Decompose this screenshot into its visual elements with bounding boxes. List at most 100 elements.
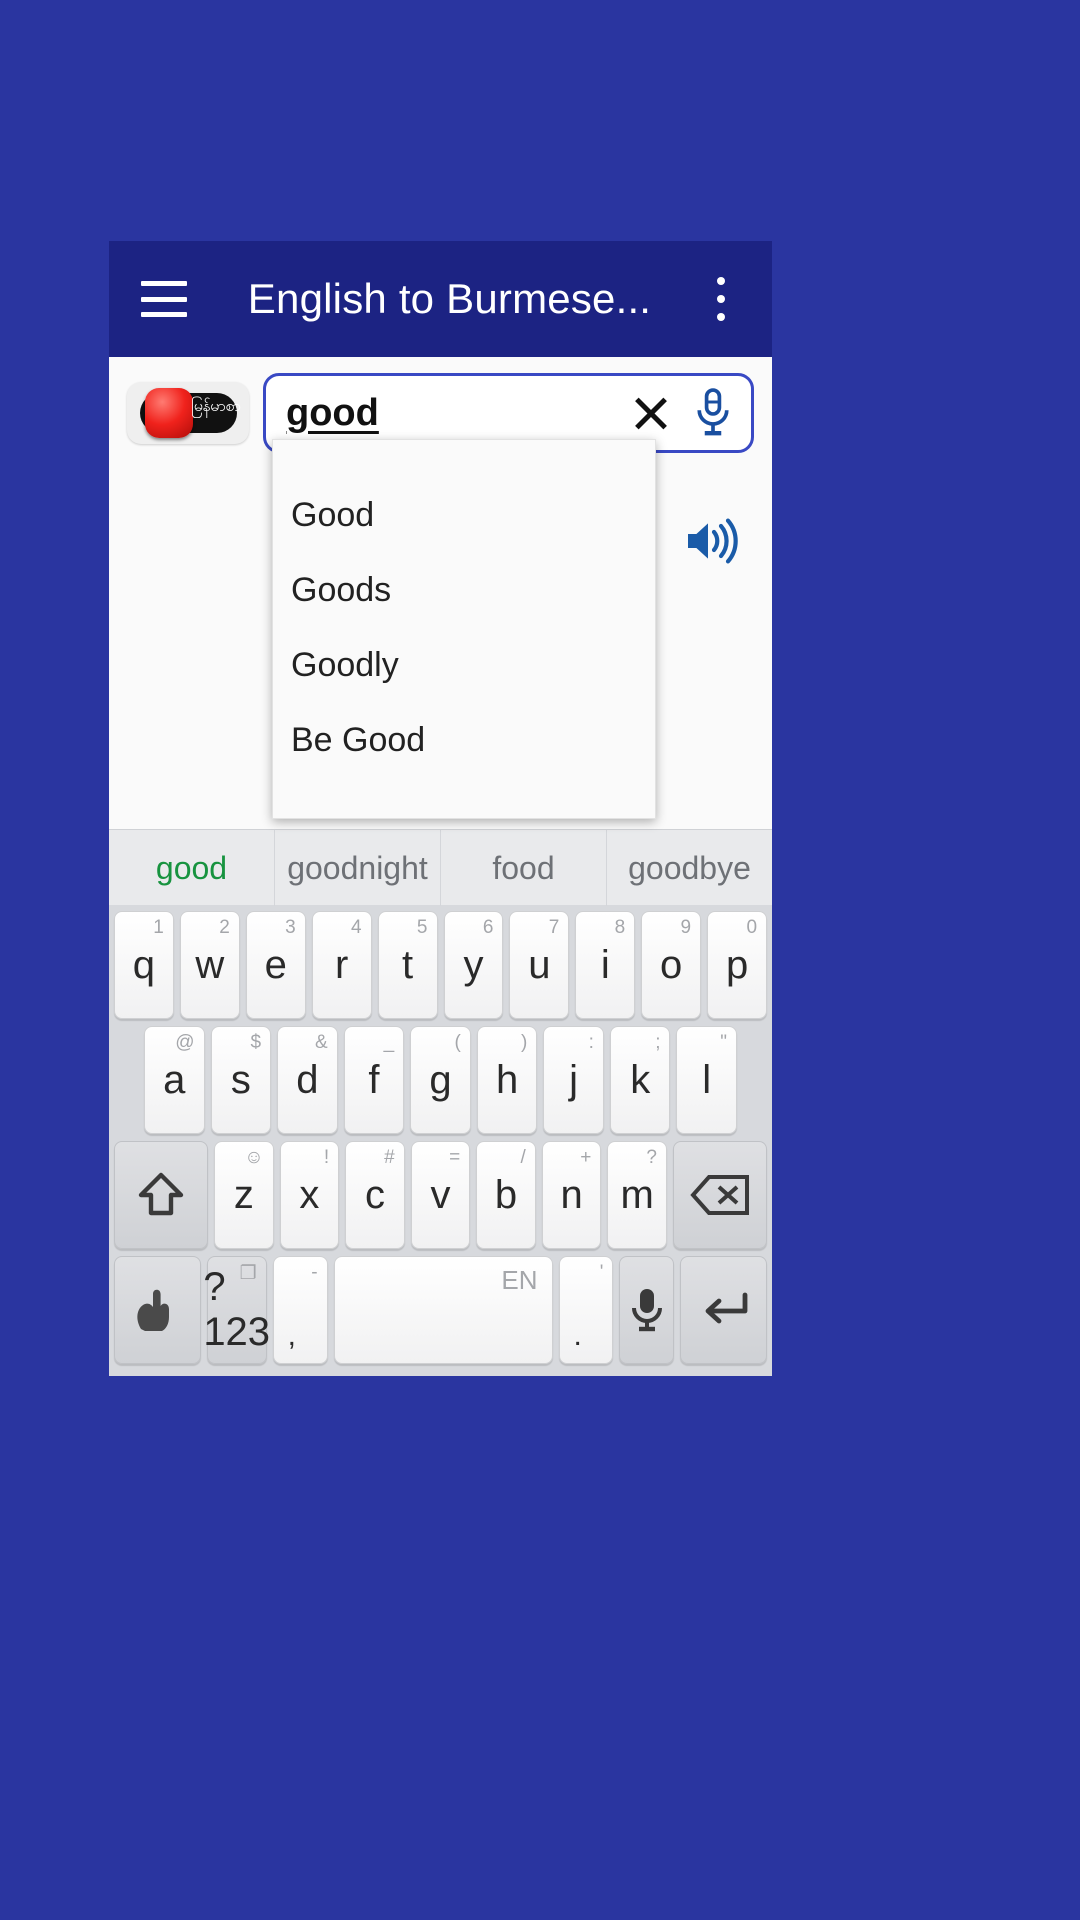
volume-up-icon[interactable]	[684, 517, 742, 565]
key-hint: 6	[482, 917, 494, 938]
key-hint: )	[521, 1032, 528, 1053]
keyboard-row-4: ❐ ?123 - , EN ' .	[111, 1256, 770, 1364]
page-title: English to Burmese...	[247, 275, 652, 322]
key-label: e	[264, 942, 287, 987]
key-hint: =	[449, 1147, 461, 1168]
suggestion-chip[interactable]: goodbye	[607, 830, 772, 906]
shift-up-icon[interactable]	[114, 1141, 209, 1249]
key-hint: 8	[614, 917, 626, 938]
key-r[interactable]: 4 r	[311, 911, 372, 1019]
key-hint: 9	[680, 917, 692, 938]
microphone-icon[interactable]	[691, 387, 735, 439]
key-label: n	[560, 1172, 583, 1217]
key-m[interactable]: ? m	[607, 1141, 667, 1249]
key-hint: _	[383, 1032, 395, 1053]
app-logo[interactable]: မြန်မာစာ	[127, 382, 249, 444]
key-label: k	[630, 1057, 651, 1102]
key-n[interactable]: + n	[541, 1141, 602, 1249]
key-l[interactable]: " l	[676, 1026, 738, 1134]
key-hint: &	[314, 1032, 328, 1053]
key-a[interactable]: @ a	[143, 1026, 205, 1134]
key-b[interactable]: / b	[476, 1141, 536, 1249]
key-period[interactable]: ' .	[558, 1256, 614, 1364]
key-hint: '	[599, 1262, 604, 1283]
key-hint: 2	[219, 917, 230, 938]
key-hint: "	[720, 1032, 728, 1053]
key-c[interactable]: # c	[345, 1141, 405, 1249]
key-label: f	[368, 1057, 380, 1102]
key-s[interactable]: $ s	[210, 1026, 272, 1134]
key-hint: :	[588, 1032, 594, 1053]
app-bar: English to Burmese...	[109, 241, 772, 357]
key-label: i	[600, 942, 610, 987]
search-input[interactable]: good	[286, 392, 627, 435]
autocomplete-dropdown[interactable]: Good Goods Goodly Be Good	[272, 439, 656, 819]
key-d[interactable]: & d	[277, 1026, 338, 1134]
backspace-icon[interactable]	[672, 1141, 767, 1249]
key-hint: /	[520, 1147, 526, 1168]
key-label: u	[528, 942, 551, 987]
key-hint: 0	[746, 917, 758, 938]
key-label: h	[495, 1057, 519, 1102]
key-hint: !	[323, 1147, 330, 1168]
key-f[interactable]: _ f	[343, 1026, 405, 1134]
key-hint: 7	[548, 917, 560, 938]
key-u[interactable]: 7 u	[509, 911, 570, 1019]
key-e[interactable]: 3 e	[245, 911, 306, 1019]
keyboard-suggestion-strip: good goodnight food goodbye	[109, 829, 772, 906]
key-label: ,	[287, 1319, 297, 1352]
key-hint: ;	[655, 1032, 661, 1053]
logo-red-pill	[145, 388, 193, 438]
key-hint: 1	[153, 917, 164, 938]
key-t[interactable]: 5 t	[377, 911, 438, 1019]
keyboard-rows: 1 q 2 w 3 e 4 r 5 t 6 y 7 u 8 i 9 o 0 p …	[109, 905, 772, 1376]
key-label: y	[463, 942, 484, 987]
suggestion-chip[interactable]: good	[109, 829, 275, 906]
key-j[interactable]: : j	[543, 1026, 604, 1134]
hand-gesture-icon[interactable]	[114, 1256, 201, 1364]
key-w[interactable]: 2 w	[179, 911, 240, 1019]
key-hint: (	[454, 1032, 461, 1053]
list-item[interactable]: Good	[273, 478, 655, 553]
space-key[interactable]: EN	[333, 1256, 553, 1364]
translation-body: Good Goods Goodly Be Good	[109, 439, 772, 829]
symbols-key[interactable]: ❐ ?123	[203, 1256, 270, 1364]
window-icon: ❐	[239, 1263, 257, 1284]
hamburger-icon[interactable]	[141, 281, 187, 317]
list-item[interactable]: Goodly	[273, 628, 655, 703]
key-label: a	[163, 1057, 186, 1102]
key-label: z	[233, 1172, 254, 1217]
suggestion-chip[interactable]: goodnight	[275, 829, 441, 906]
microphone-icon[interactable]	[619, 1256, 675, 1364]
key-hint: 3	[285, 917, 296, 938]
key-v[interactable]: = v	[410, 1141, 471, 1249]
list-item[interactable]: Be Good	[273, 703, 655, 778]
key-g[interactable]: ( g	[410, 1026, 471, 1134]
key-label: w	[195, 942, 225, 987]
key-hint: 4	[351, 917, 362, 938]
key-hint: #	[384, 1147, 395, 1168]
key-i[interactable]: 8 i	[575, 911, 636, 1019]
key-y[interactable]: 6 y	[443, 911, 504, 1019]
key-z[interactable]: ☺ z	[214, 1141, 274, 1249]
close-icon[interactable]	[627, 389, 675, 437]
key-h[interactable]: ) h	[476, 1026, 538, 1134]
key-q[interactable]: 1 q	[113, 911, 174, 1019]
key-comma[interactable]: - ,	[272, 1256, 328, 1364]
key-label: p	[725, 942, 749, 987]
space-language-label: EN	[501, 1265, 538, 1295]
key-k[interactable]: ; k	[609, 1026, 671, 1134]
key-label: d	[296, 1057, 319, 1102]
enter-return-icon[interactable]	[680, 1256, 767, 1364]
key-x[interactable]: ! x	[279, 1141, 340, 1249]
suggestion-chip[interactable]: food	[441, 829, 607, 906]
keyboard-row-2: @ a $ s & d _ f (g) h: j ; k " l	[111, 1026, 770, 1134]
more-vertical-icon[interactable]	[706, 277, 736, 321]
key-label: m	[620, 1172, 654, 1217]
key-p[interactable]: 0 p	[707, 911, 768, 1019]
list-item[interactable]: Goods	[273, 553, 655, 628]
key-label: s	[230, 1057, 251, 1102]
phone-screenshot: English to Burmese... မြန်မာစာ good Good…	[109, 241, 772, 1376]
key-o[interactable]: 9 o	[641, 911, 702, 1019]
key-label: c	[364, 1172, 385, 1217]
